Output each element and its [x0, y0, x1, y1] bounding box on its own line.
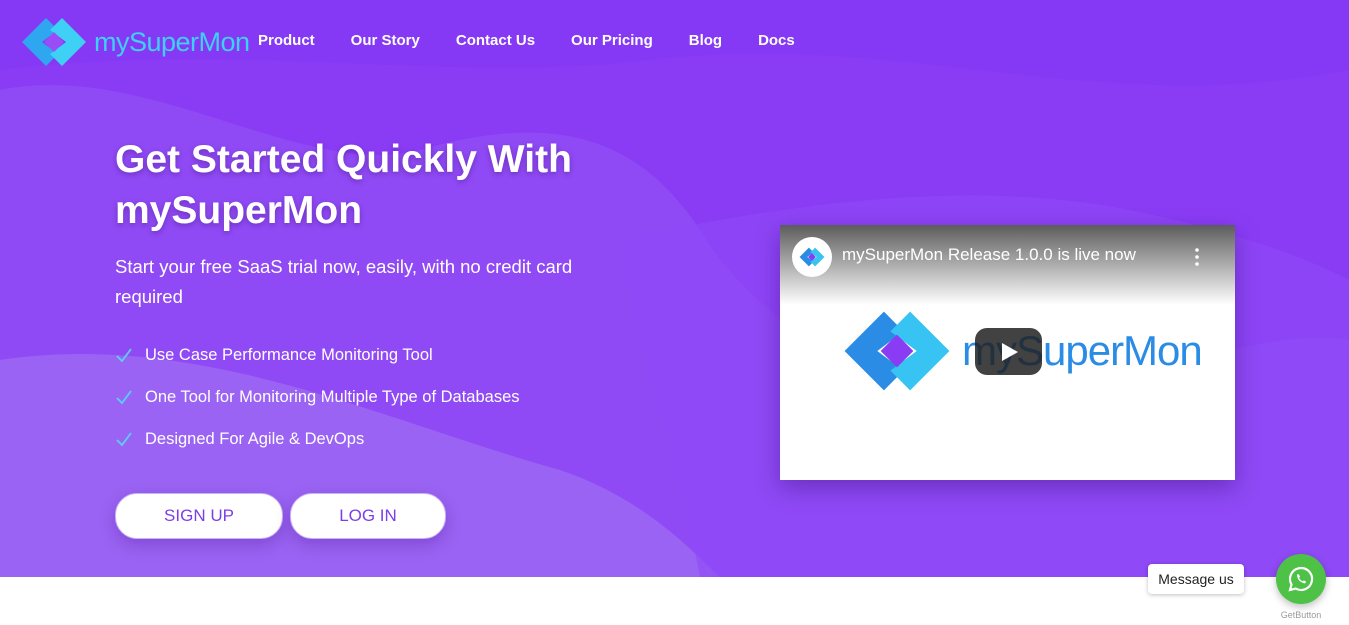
nav-item-our-pricing[interactable]: Our Pricing: [571, 32, 653, 49]
channel-logo-icon: [799, 247, 825, 267]
feature-item: One Tool for Monitoring Multiple Type of…: [115, 376, 520, 418]
feature-label: One Tool for Monitoring Multiple Type of…: [145, 387, 520, 406]
video-player[interactable]: mySuperMon mySuperMon Release 1.0.0 is l…: [780, 225, 1235, 480]
check-icon: [116, 348, 132, 363]
feature-label: Use Case Performance Monitoring Tool: [145, 345, 433, 364]
whatsapp-button[interactable]: [1276, 554, 1326, 604]
video-title-bar: [780, 225, 1235, 305]
nav-item-product[interactable]: Product: [258, 32, 315, 49]
hero-headline: Get Started Quickly With mySuperMon: [115, 138, 572, 232]
check-icon: [116, 432, 132, 447]
message-us-label[interactable]: Message us: [1148, 564, 1244, 594]
play-icon: [1001, 342, 1018, 361]
check-icon: [116, 390, 132, 405]
more-vertical-icon[interactable]: [1192, 247, 1202, 267]
whatsapp-icon: [1288, 566, 1314, 592]
hero-subtext: Start your free SaaS trial now, easily, …: [115, 256, 573, 307]
nav-item-docs[interactable]: Docs: [758, 32, 795, 49]
brand-logo[interactable]: mySuperMon: [18, 14, 250, 70]
sign-up-button[interactable]: SIGN UP: [115, 493, 283, 539]
nav-item-contact-us[interactable]: Contact Us: [456, 32, 535, 49]
top-navigation: mySuperMon Product Our Story Contact Us …: [0, 0, 1349, 84]
nav-item-our-story[interactable]: Our Story: [351, 32, 420, 49]
channel-avatar[interactable]: [792, 237, 832, 277]
brand-logo-icon: [22, 18, 86, 66]
brand-logo-icon: [844, 311, 950, 391]
feature-item: Use Case Performance Monitoring Tool: [115, 334, 520, 376]
feature-item: Designed For Agile & DevOps: [115, 418, 520, 460]
feature-label: Designed For Agile & DevOps: [145, 429, 365, 448]
play-button[interactable]: [975, 328, 1042, 375]
main-menu: Product Our Story Contact Us Our Pricing…: [258, 32, 831, 49]
video-title[interactable]: mySuperMon Release 1.0.0 is live now: [842, 245, 1136, 265]
brand-name: mySuperMon: [94, 26, 250, 57]
feature-list: Use Case Performance Monitoring Tool One…: [115, 334, 520, 460]
log-in-button[interactable]: LOG IN: [290, 493, 446, 539]
getbutton-credit[interactable]: GetButton: [1276, 610, 1326, 620]
nav-item-blog[interactable]: Blog: [689, 32, 722, 49]
hero-section: mySuperMon Product Our Story Contact Us …: [0, 0, 1349, 577]
